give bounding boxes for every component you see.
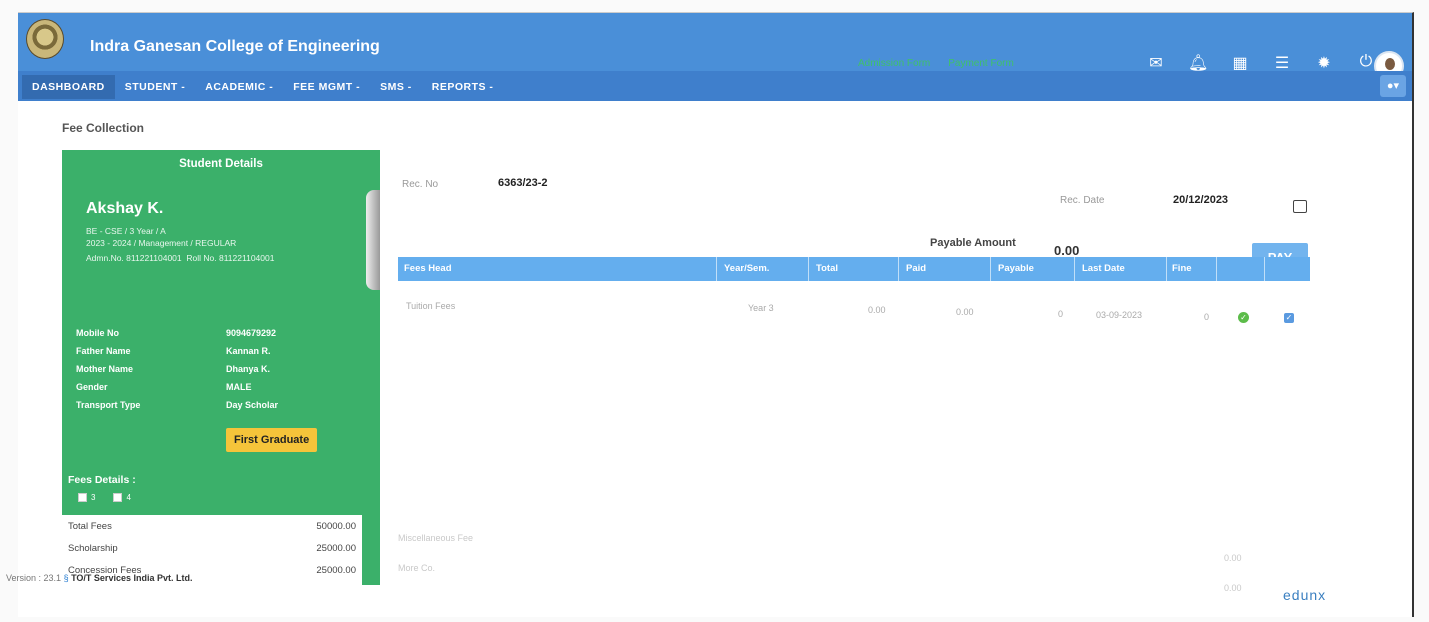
roll-label: Roll No. [186,253,217,263]
gear-icon[interactable]: ✹ [1314,53,1334,73]
calendar-icon[interactable]: ▦ [1230,53,1250,73]
col-last-date: Last Date [1082,263,1125,274]
semester-checkboxes: 3 4 [78,493,131,502]
check-circle-icon[interactable]: ✓ [1238,312,1249,323]
list-icon[interactable]: ☰ [1272,53,1292,73]
misc-fee-value: 0.00 [1224,553,1242,563]
detail-mother: Mother Name Dhanya K. [76,364,271,374]
summary-scholarship: Scholarship 25000.00 [68,542,356,554]
student-year: 2023 - 2024 / Management / REGULAR [86,238,237,248]
header-icons: ✉ 🔔︎ ▦ ☰ ✹ ⏻ [1146,53,1376,73]
student-course: BE - CSE / 3 Year / A [86,226,166,236]
payable-amount-label: Payable Amount [930,237,1016,249]
rec-date-value[interactable]: 20/12/2023 [1173,194,1228,206]
col-fees-head: Fees Head [404,263,452,274]
fees-details-label: Fees Details : [68,474,136,486]
page: Indra Ganesan College of Engineering Adm… [0,0,1429,622]
col-paid: Paid [906,263,927,274]
company-name: TO/T Services India Pvt. Ltd. [71,573,193,583]
header-links: Admission Form Payment Form [858,58,1014,69]
admission-form-link[interactable]: Admission Form [858,58,930,69]
main-nav: DASHBOARD STUDENT - ACADEMIC - FEE MGMT … [22,75,503,99]
nav-student[interactable]: STUDENT - [115,75,196,99]
detail-father: Father Name Kannan R. [76,346,271,356]
more-value: 0.00 [1224,583,1242,593]
col-payable: Payable [998,263,1034,274]
detail-transport: Transport Type Day Scholar [76,400,279,410]
college-logo [26,19,64,59]
col-fine: Fine [1172,263,1192,274]
nav-bar: DASHBOARD STUDENT - ACADEMIC - FEE MGMT … [18,71,1412,101]
adm-label: Admn.No. [86,253,124,263]
detail-gender: Gender MALE [76,382,252,392]
page-title: Fee Collection [62,121,145,135]
app-window: Indra Ganesan College of Engineering Adm… [18,12,1414,617]
row-checkbox[interactable]: ✓ [1284,313,1294,323]
nav-sms[interactable]: SMS - [370,75,422,99]
col-year-sem: Year/Sem. [724,263,770,274]
fees-table-header: Fees Head Year/Sem. Total Paid Payable L… [398,257,1310,281]
more-label: More Co. [398,563,436,573]
rec-no-label: Rec. No [402,179,439,190]
settings-dropdown-button[interactable]: ●▾ [1380,75,1406,97]
nav-reports[interactable]: REPORTS - [422,75,504,99]
col-total: Total [816,263,838,274]
detail-mobile: Mobile No 9094679292 [76,328,277,338]
nav-fee-mgmt[interactable]: FEE MGMT - [283,75,370,99]
scroll-handle[interactable] [366,190,380,290]
calendar-icon[interactable] [1293,200,1307,213]
brand-logo: edunx [1283,587,1327,603]
adm-no: 811221104001 [126,253,182,263]
misc-fee-label: Miscellaneous Fee [398,533,474,543]
notification-icon[interactable]: 🔔︎ [1188,53,1208,73]
summary-total: Total Fees 50000.00 [68,520,356,532]
student-details-heading: Student Details [179,158,263,170]
payable-amount-value: 0.00 [1054,243,1080,258]
roll-no: 811221104001 [218,253,275,263]
company-logo-icon: § [63,573,69,583]
footer: Version : 23.1 § TO/T Services India Pvt… [6,573,192,583]
sem-checkbox-3[interactable]: 3 [78,493,95,502]
chat-icon[interactable]: ✉ [1146,53,1166,73]
payment-form-link[interactable]: Payment Form [948,58,1014,69]
student-details-card: Student Details Akshay K. BE - CSE / 3 Y… [62,150,380,585]
version-text: Version : 23.1 [6,573,62,583]
sem-checkbox-4[interactable]: 4 [113,493,131,502]
student-numbers: Admn.No. 811221104001 Roll No. 811221104… [86,253,274,263]
first-graduate-badge[interactable]: First Graduate [226,428,318,452]
nav-dashboard[interactable]: DASHBOARD [22,75,115,99]
college-name: Indra Ganesan College of Engineering [90,38,380,55]
rec-no-value[interactable]: 6363/23-2 [498,177,548,189]
nav-academic[interactable]: ACADEMIC - [195,75,283,99]
top-bar: Indra Ganesan College of Engineering Adm… [18,13,1412,81]
rec-date-label: Rec. Date [1060,195,1105,206]
student-name: Akshay K. [86,200,164,217]
power-icon[interactable]: ⏻ [1356,53,1376,73]
